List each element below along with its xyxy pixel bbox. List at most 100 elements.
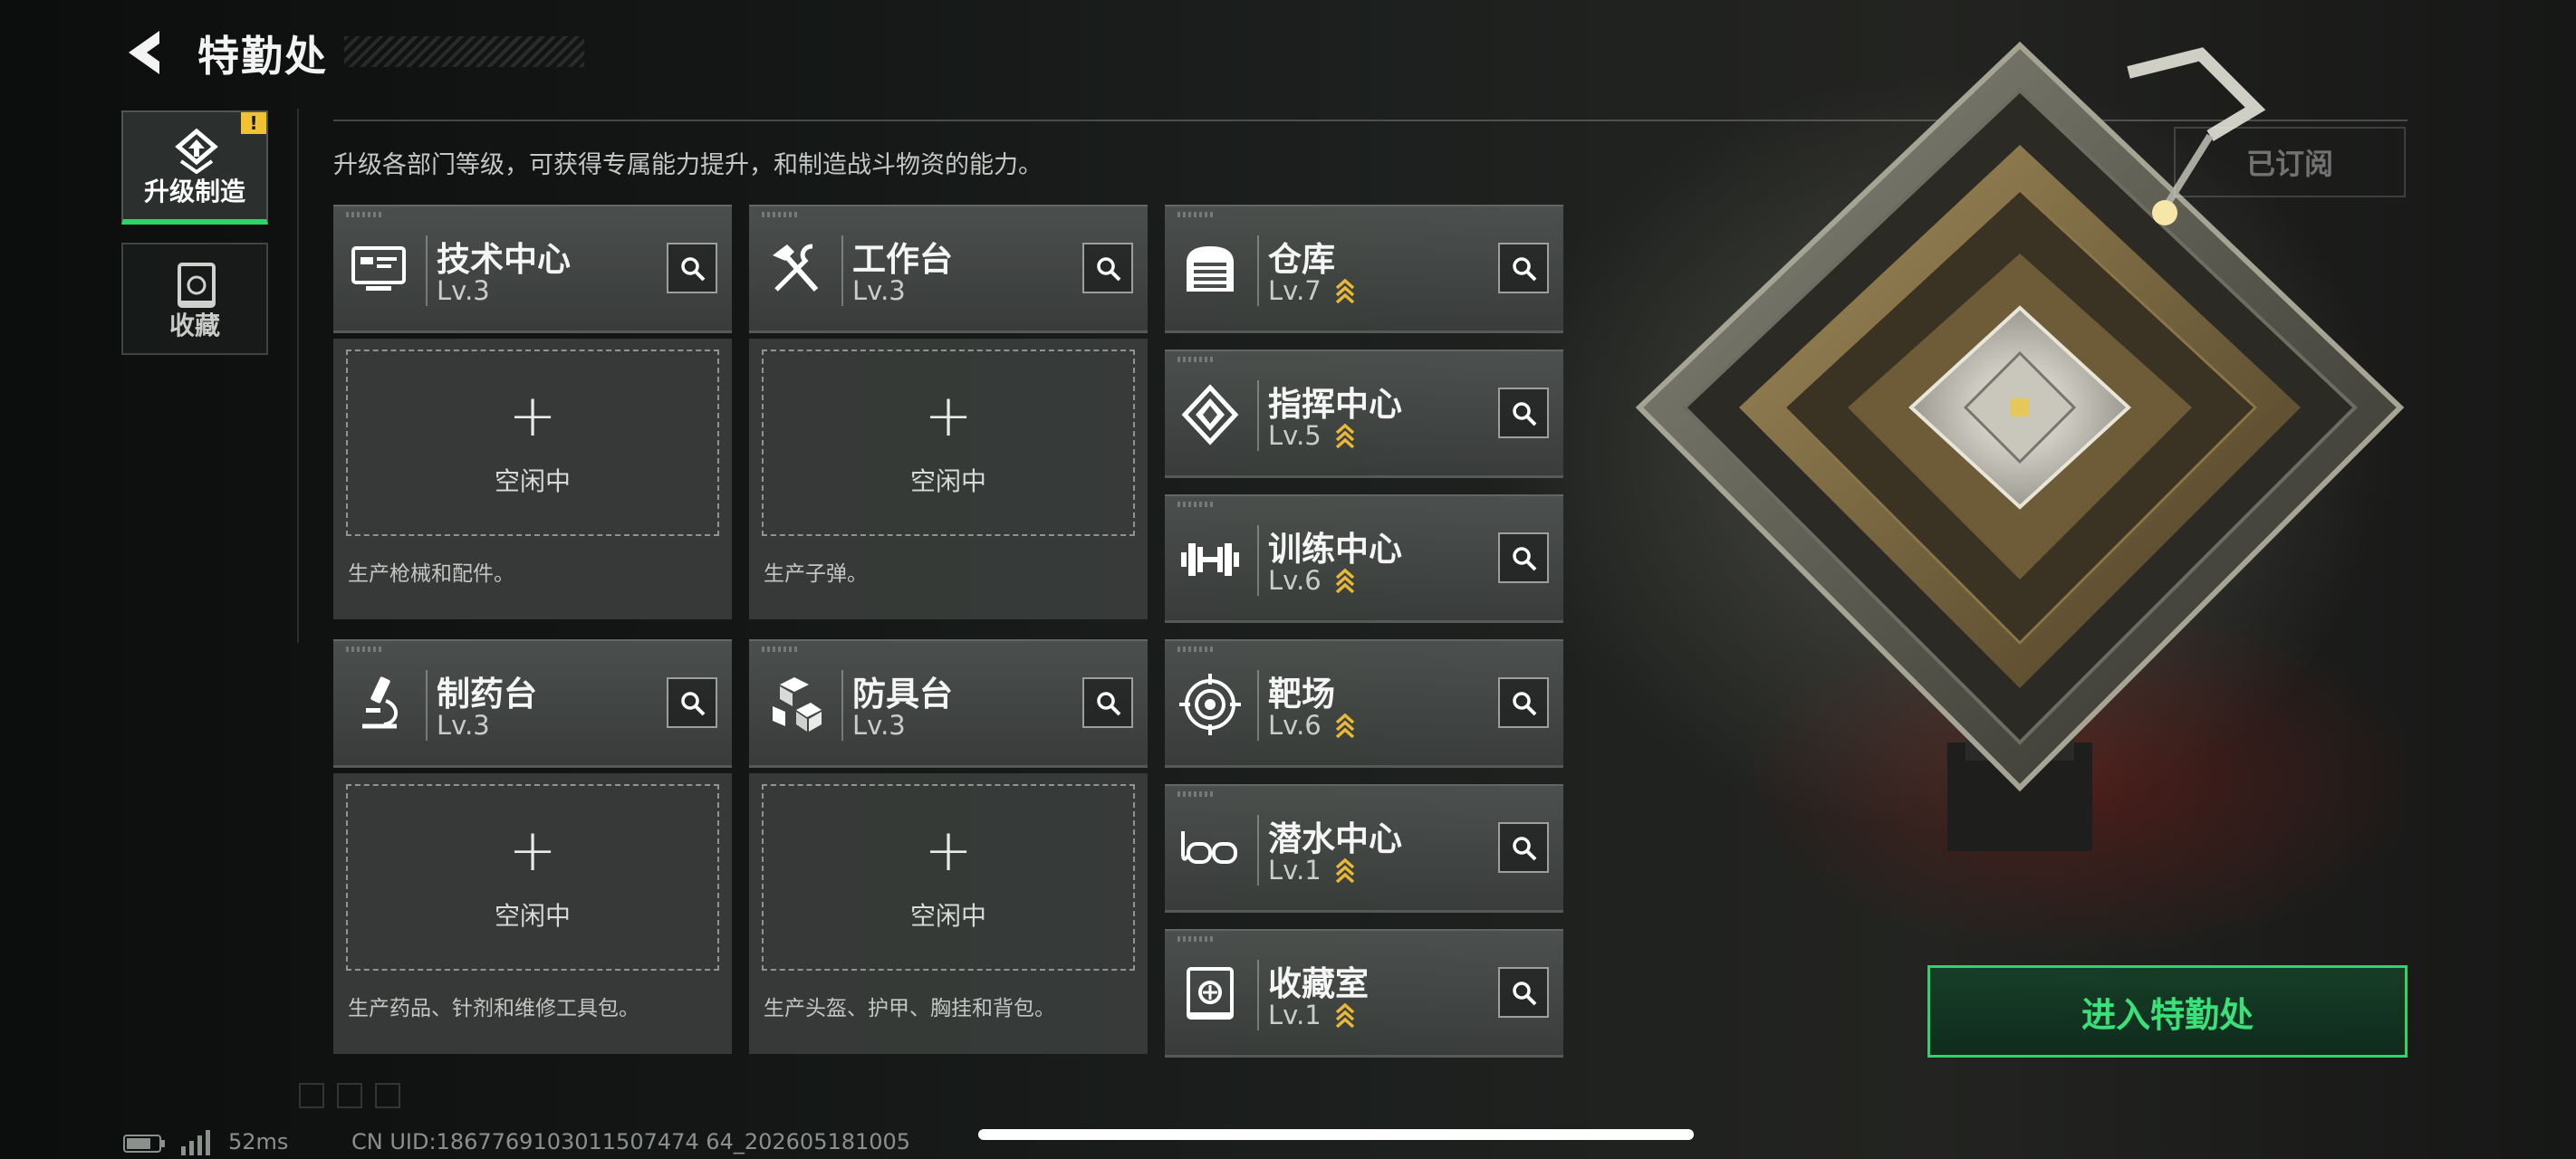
inspect-button[interactable] [1498,388,1549,438]
corner-decoration [375,1083,400,1108]
slot-description: 生产子弹。 [764,562,868,586]
inspect-button[interactable] [1498,243,1549,293]
magnifier-icon [1097,692,1121,716]
card-detail [1177,791,1214,797]
card-detail [346,212,382,217]
sidebar-divider [297,109,299,643]
card-underline [333,765,732,768]
magnifier-icon [1513,547,1537,571]
home-indicator[interactable] [978,1129,1694,1140]
chip-icon [1181,384,1239,445]
card-detail [1177,502,1214,507]
slot-description: 生产枪械和配件。 [348,562,514,586]
facility-level: Lv.3 [852,275,906,306]
facility-card-armor-bench[interactable]: 防具台 Lv.3 [749,639,1148,768]
card-underline [1165,475,1563,478]
facility-level: Lv.3 [437,275,490,306]
card-detail [762,647,798,652]
upgrade-chevron-icon [1335,713,1355,739]
card-underline [1165,1055,1563,1058]
card-underline [1165,765,1563,768]
card-underline [749,330,1148,333]
inspect-button[interactable] [667,243,717,293]
production-slot: + 空闲中 生产药品、针剂和维修工具包。 [333,773,732,1054]
facility-name: 仓库 [1268,240,1335,279]
card-underline [749,765,1148,768]
corner-decoration [337,1083,362,1108]
upgrade-chevron-icon [1335,278,1355,304]
sidebar-item-upgrade[interactable]: ! 升级制造 [121,110,268,225]
inspect-button[interactable] [1082,677,1133,728]
alert-badge: ! [241,112,266,134]
inspect-button[interactable] [1498,822,1549,873]
facility-card-warehouse[interactable]: 仓库 Lv.7 [1165,205,1563,333]
inspect-button[interactable] [1498,677,1549,728]
facility-card-tech-center[interactable]: 技术中心 Lv.3 [333,205,732,333]
facility-card-diving-center[interactable]: 潜水中心 Lv.1 [1165,784,1563,913]
magnifier-icon [1513,257,1537,282]
monitor-icon [351,246,406,291]
ping-text: 52ms [228,1129,289,1154]
facility-level: Lv.1 [1268,855,1322,886]
card-separator [1257,380,1259,451]
upgrade-chevron-icon [1335,568,1355,594]
sidebar-item-label: 收藏 [168,311,220,340]
facility-level: Lv.7 [1268,275,1322,306]
facility-card-command-center[interactable]: 指挥中心 Lv.5 [1165,350,1563,478]
corner-decoration [299,1083,324,1108]
card-separator [426,235,428,306]
sidebar-item-label: 升级制造 [143,177,245,206]
card-separator [1257,235,1259,306]
upgrade-chevron-icon [1335,423,1355,449]
dumbbell-icon [1181,543,1239,576]
back-arrow-icon [129,31,159,74]
vault-icon [1187,967,1234,1020]
facility-name: 防具台 [852,675,953,714]
facility-level: Lv.5 [1268,420,1322,451]
card-separator [1257,670,1259,741]
slot-status: 空闲中 [494,466,571,496]
upgrade-chevron-icon [1335,1002,1355,1029]
magnifier-icon [681,257,706,282]
battery-icon [123,1135,165,1153]
facility-card-pharmacy[interactable]: 制药台 Lv.3 [333,639,732,768]
magnifier-icon [1513,982,1537,1006]
empty-slot-button[interactable]: + 空闲中 [346,784,719,971]
slot-status: 空闲中 [494,901,571,931]
card-separator [841,235,843,306]
facility-level: Lv.6 [1268,710,1322,741]
facility-card-collection-room[interactable]: 收藏室 Lv.1 [1165,929,1563,1058]
production-slot: + 空闲中 生产头盔、护甲、胸挂和背包。 [749,773,1148,1054]
enter-facility-button[interactable]: 进入特勤处 [1927,965,2408,1058]
cubes-icon [773,677,822,732]
facility-card-training-center[interactable]: 训练中心 Lv.6 [1165,494,1563,623]
facility-level: Lv.1 [1268,1000,1322,1030]
page-title: 特勤处 [197,32,328,81]
uid-text: CN UID:1867769103011507474 64_2026051810… [351,1129,911,1154]
warehouse-icon [1187,246,1234,292]
inspect-button[interactable] [1498,532,1549,583]
title-decoration [344,36,584,67]
facility-name: 潜水中心 [1268,819,1402,858]
empty-slot-button[interactable]: + 空闲中 [346,350,719,536]
inspect-button[interactable] [667,677,717,728]
card-detail [1177,212,1214,217]
back-button[interactable] [120,25,174,80]
facility-level: Lv.3 [852,710,906,741]
plus-icon: + [924,818,973,885]
subscribed-badge: 已订阅 [2174,127,2406,197]
inspect-button[interactable] [1498,967,1549,1018]
card-underline [333,330,732,333]
empty-slot-button[interactable]: + 空闲中 [762,784,1135,971]
sidebar-item-collection[interactable]: 收藏 [121,243,268,355]
upgrade-chevron-icon [1335,857,1355,884]
facility-name: 制药台 [437,675,537,714]
facility-card-workbench[interactable]: 工作台 Lv.3 [749,205,1148,333]
plus-icon: + [508,383,557,450]
inspect-button[interactable] [1082,243,1133,293]
magnifier-icon [1513,692,1537,716]
production-slot: + 空闲中 生产子弹。 [749,339,1148,619]
card-underline [1165,620,1563,623]
empty-slot-button[interactable]: + 空闲中 [762,350,1135,536]
facility-card-shooting-range[interactable]: 靶场 Lv.6 [1165,639,1563,768]
